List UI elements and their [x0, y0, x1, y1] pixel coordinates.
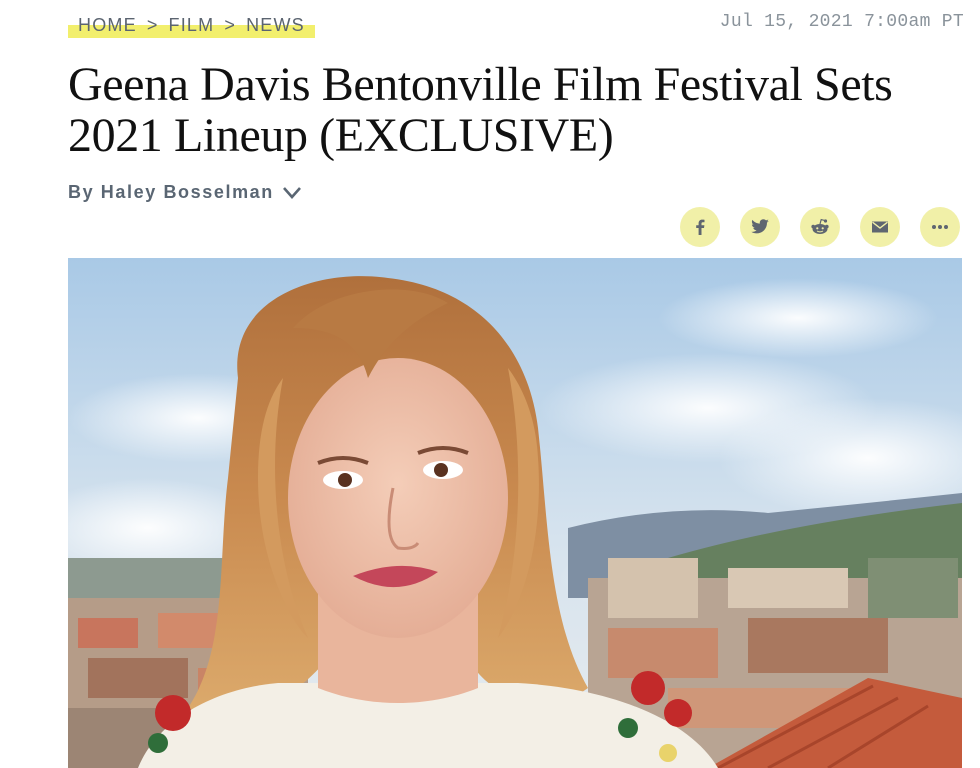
- more-icon: [932, 225, 948, 229]
- reddit-icon: [811, 218, 829, 234]
- breadcrumb-item-news[interactable]: NEWS: [246, 15, 305, 36]
- reddit-share-button[interactable]: [800, 207, 840, 247]
- email-share-button[interactable]: [860, 207, 900, 247]
- breadcrumb-item-film[interactable]: FILM: [169, 15, 215, 36]
- more-share-button[interactable]: [920, 207, 960, 247]
- twitter-icon: [751, 219, 769, 234]
- chevron-down-icon: [282, 186, 301, 199]
- breadcrumb-item-home[interactable]: HOME: [78, 15, 137, 36]
- hero-portrait-illustration: [68, 258, 962, 768]
- breadcrumb-separator: >: [224, 14, 237, 35]
- article-headline: Geena Davis Bentonville Film Festival Se…: [68, 58, 968, 162]
- breadcrumb: HOME > FILM > NEWS: [68, 10, 315, 40]
- facebook-icon: [696, 219, 705, 235]
- author-name: By Haley Bosselman: [68, 182, 274, 202]
- facebook-share-button[interactable]: [680, 207, 720, 247]
- headline-line-2: 2021 Lineup (EXCLUSIVE): [68, 108, 614, 162]
- publish-date: Jul 15, 2021 7:00am PT: [719, 12, 964, 32]
- author-byline[interactable]: By Haley Bosselman: [68, 182, 302, 203]
- headline-line-1: Geena Davis Bentonville Film Festival Se…: [68, 58, 893, 111]
- share-toolbar: [680, 207, 960, 247]
- email-icon: [872, 221, 888, 233]
- article-header-bar: HOME > FILM > NEWS Jul 15, 2021 7:00am P…: [68, 10, 964, 40]
- hero-image: [68, 258, 962, 768]
- breadcrumb-separator: >: [146, 14, 159, 35]
- twitter-share-button[interactable]: [740, 207, 780, 247]
